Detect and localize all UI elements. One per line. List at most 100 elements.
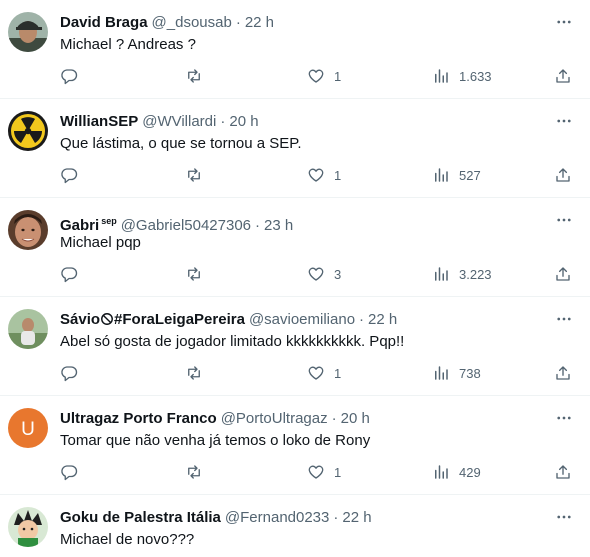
tweet-text: Abel só gosta de jogador limitado kkkkkk… bbox=[60, 333, 405, 350]
timestamp[interactable]: 20 h bbox=[341, 410, 370, 427]
retweet-button[interactable] bbox=[185, 165, 203, 185]
separator-dot: · bbox=[220, 113, 226, 130]
avatar[interactable] bbox=[8, 507, 48, 547]
user-handle[interactable]: @Gabriel50427306 bbox=[121, 217, 251, 234]
replies-feed: David Braga @_dsousab · 22 h Michael ? Andr… bbox=[0, 0, 590, 557]
tweet-actions: 1 527 bbox=[60, 165, 574, 185]
reply-button[interactable] bbox=[60, 66, 78, 86]
tweet-text: Tomar que não venha já temos o loko de R… bbox=[60, 432, 371, 449]
share-button[interactable] bbox=[554, 165, 572, 185]
tweet-text: Que lástima, o que se tornou a SEP. bbox=[60, 135, 302, 152]
tweet-text: Michael ? Andreas ? bbox=[60, 36, 196, 53]
user-handle[interactable]: @savioemiliano bbox=[249, 311, 355, 328]
avatar[interactable] bbox=[8, 111, 48, 151]
share-button[interactable] bbox=[554, 462, 572, 482]
retweet-button[interactable] bbox=[185, 462, 203, 482]
view-count: 429 bbox=[459, 464, 481, 480]
timestamp[interactable]: 22 h bbox=[368, 311, 397, 328]
display-name[interactable]: WillianSEP bbox=[60, 113, 138, 130]
avatar[interactable] bbox=[8, 309, 48, 349]
views-button[interactable]: 1.633 bbox=[432, 66, 492, 86]
tweet-text: Michael pqp bbox=[60, 234, 141, 251]
like-count: 1 bbox=[334, 68, 342, 84]
views-icon bbox=[435, 168, 448, 182]
tweet-header: Sávio #ForaLeigaPereira @savioemiliano · 22 … bbox=[60, 310, 550, 332]
views-icon bbox=[435, 69, 448, 83]
reply-button[interactable] bbox=[60, 165, 78, 185]
separator-dot: · bbox=[235, 14, 241, 31]
retweet-icon bbox=[188, 465, 200, 479]
share-button[interactable] bbox=[554, 66, 572, 86]
reply-icon bbox=[61, 267, 78, 283]
like-count: 3 bbox=[334, 266, 342, 282]
more-options-icon[interactable] bbox=[554, 12, 574, 32]
retweet-icon bbox=[188, 366, 200, 380]
more-options-icon[interactable] bbox=[554, 111, 574, 131]
user-handle[interactable]: @PortoUltragaz bbox=[221, 410, 328, 427]
name-badge: sep bbox=[101, 216, 117, 226]
views-button[interactable]: 429 bbox=[432, 462, 481, 482]
user-handle[interactable]: @WVillardi bbox=[142, 113, 216, 130]
timestamp[interactable]: 22 h bbox=[342, 509, 371, 526]
reply-button[interactable] bbox=[60, 462, 78, 482]
views-button[interactable]: 738 bbox=[432, 363, 481, 383]
tweet[interactable]: U Ultragaz Porto Franco @PortoUltragaz · 20… bbox=[0, 396, 590, 495]
like-button[interactable]: 1 bbox=[307, 66, 341, 86]
display-name[interactable]: Goku de Palestra Itália bbox=[60, 509, 221, 526]
like-button[interactable]: 1 bbox=[307, 363, 341, 383]
reply-icon bbox=[61, 366, 78, 382]
share-icon bbox=[556, 267, 570, 281]
tweet-text: Michael de novo??? bbox=[60, 531, 195, 548]
more-options-icon[interactable] bbox=[554, 309, 574, 329]
tweet[interactable]: Goku de Palestra Itália @Fernand0233 · 22 h… bbox=[0, 495, 590, 557]
timestamp[interactable]: 22 h bbox=[245, 14, 274, 31]
more-options-icon[interactable] bbox=[554, 408, 574, 428]
timestamp[interactable]: 20 h bbox=[229, 113, 258, 130]
views-button[interactable]: 3.223 bbox=[432, 264, 492, 284]
like-button[interactable]: 1 bbox=[307, 462, 341, 482]
share-button[interactable] bbox=[554, 363, 572, 383]
avatar[interactable] bbox=[8, 12, 48, 52]
reply-button[interactable] bbox=[60, 363, 78, 383]
timestamp[interactable]: 23 h bbox=[264, 217, 293, 234]
more-options-icon[interactable] bbox=[554, 210, 574, 230]
tweet-header: Ultragaz Porto Franco @PortoUltragaz · 20 h bbox=[60, 409, 550, 429]
no-entry-icon bbox=[100, 312, 114, 332]
view-count: 738 bbox=[459, 365, 481, 381]
retweet-icon bbox=[188, 69, 200, 83]
avatar[interactable]: U bbox=[8, 408, 48, 448]
reply-button[interactable] bbox=[60, 264, 78, 284]
retweet-button[interactable] bbox=[185, 363, 203, 383]
share-button[interactable] bbox=[554, 264, 572, 284]
like-button[interactable]: 1 bbox=[307, 165, 341, 185]
avatar[interactable] bbox=[8, 210, 48, 250]
tweet[interactable]: Sávio #ForaLeigaPereira @savioemiliano · 22 … bbox=[0, 297, 590, 396]
retweet-button[interactable] bbox=[185, 264, 203, 284]
like-icon bbox=[308, 69, 324, 83]
separator-dot: · bbox=[331, 410, 337, 427]
share-icon bbox=[556, 366, 570, 380]
display-name[interactable]: David Braga bbox=[60, 14, 148, 31]
tweet[interactable]: David Braga @_dsousab · 22 h Michael ? Andr… bbox=[0, 0, 590, 99]
user-handle[interactable]: @_dsousab bbox=[152, 14, 232, 31]
view-count: 1.633 bbox=[459, 68, 492, 84]
display-name[interactable]: Sávio bbox=[60, 311, 100, 328]
display-name-suffix[interactable]: #ForaLeigaPereira bbox=[114, 311, 245, 328]
tweet-actions: 1 1.633 bbox=[60, 66, 574, 86]
retweet-button[interactable] bbox=[185, 66, 203, 86]
display-name[interactable]: Ultragaz Porto Franco bbox=[60, 410, 217, 427]
share-icon bbox=[556, 168, 570, 182]
reply-icon bbox=[61, 69, 78, 85]
tweet[interactable]: Gabri sep @Gabriel50427306 · 23 h Michael pq… bbox=[0, 198, 590, 297]
separator-dot: · bbox=[255, 217, 261, 234]
like-icon bbox=[308, 168, 324, 182]
tweet[interactable]: WillianSEP @WVillardi · 20 h Que lástima, o… bbox=[0, 99, 590, 198]
reply-icon bbox=[61, 465, 78, 481]
views-button[interactable]: 527 bbox=[432, 165, 481, 185]
more-options-icon[interactable] bbox=[554, 507, 574, 527]
user-handle[interactable]: @Fernand0233 bbox=[225, 509, 329, 526]
display-name[interactable]: Gabri bbox=[60, 217, 99, 234]
like-button[interactable]: 3 bbox=[307, 264, 341, 284]
avatar-letter: U bbox=[21, 419, 35, 440]
retweet-icon bbox=[188, 267, 200, 281]
